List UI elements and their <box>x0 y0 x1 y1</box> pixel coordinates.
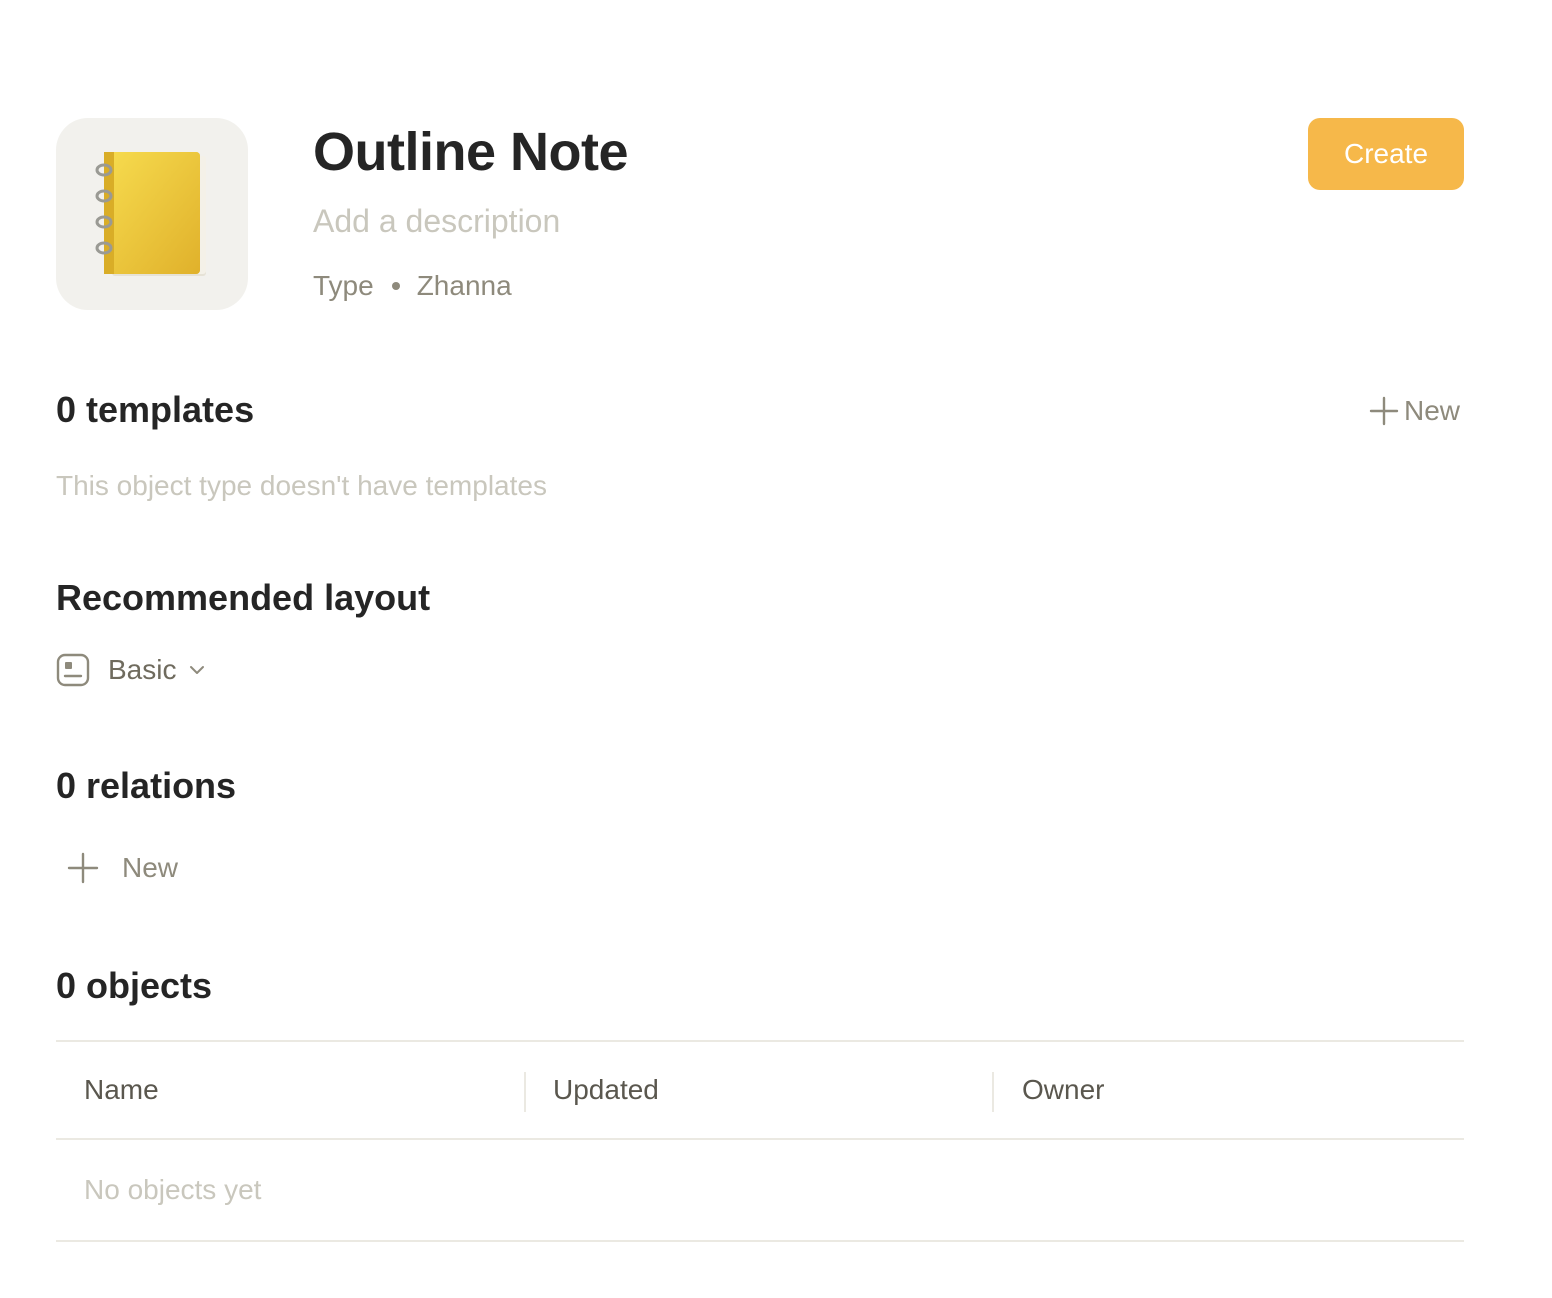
relations-heading: 0 relations <box>56 765 237 806</box>
layout-dropdown[interactable]: Basic <box>56 650 206 690</box>
new-relation-button[interactable]: New <box>66 848 178 888</box>
column-separator[interactable] <box>992 1072 994 1112</box>
objects-empty-text: No objects yet <box>84 1174 262 1205</box>
table-empty-row: No objects yet <box>56 1140 1464 1240</box>
chevron-down-icon <box>188 661 206 679</box>
new-template-button[interactable]: New <box>1368 391 1460 431</box>
table-bottom-divider <box>56 1240 1464 1242</box>
description-field[interactable]: Add a description <box>313 199 560 243</box>
templates-heading: 0 templates <box>56 389 255 430</box>
new-relation-label: New <box>122 852 179 883</box>
separator-dot <box>391 282 400 290</box>
objects-heading: 0 objects <box>56 965 213 1006</box>
table-header-row: Name Updated Owner <box>56 1042 1464 1138</box>
column-header-updated[interactable]: Updated <box>553 1042 659 1138</box>
spiral-notebook-icon <box>95 152 206 276</box>
type-icon-tile[interactable] <box>56 118 248 310</box>
templates-empty-text: This object type doesn't have templates <box>56 470 547 501</box>
layout-selected-label: Basic <box>108 654 177 685</box>
plus-icon <box>1369 396 1399 426</box>
layout-heading: Recommended layout <box>56 577 431 618</box>
meta-owner-link[interactable]: Zhanna <box>417 266 512 306</box>
new-template-label: New <box>1404 395 1461 426</box>
create-button[interactable]: Create <box>1308 118 1464 190</box>
column-header-name[interactable]: Name <box>84 1042 159 1138</box>
basic-layout-icon <box>56 653 90 687</box>
column-separator[interactable] <box>524 1072 526 1112</box>
meta-type-label: Type <box>313 270 374 301</box>
page-title[interactable]: Outline Note <box>313 116 629 188</box>
type-meta: Type Zhanna <box>313 266 512 306</box>
plus-icon <box>67 852 99 884</box>
column-header-owner[interactable]: Owner <box>1022 1042 1104 1138</box>
